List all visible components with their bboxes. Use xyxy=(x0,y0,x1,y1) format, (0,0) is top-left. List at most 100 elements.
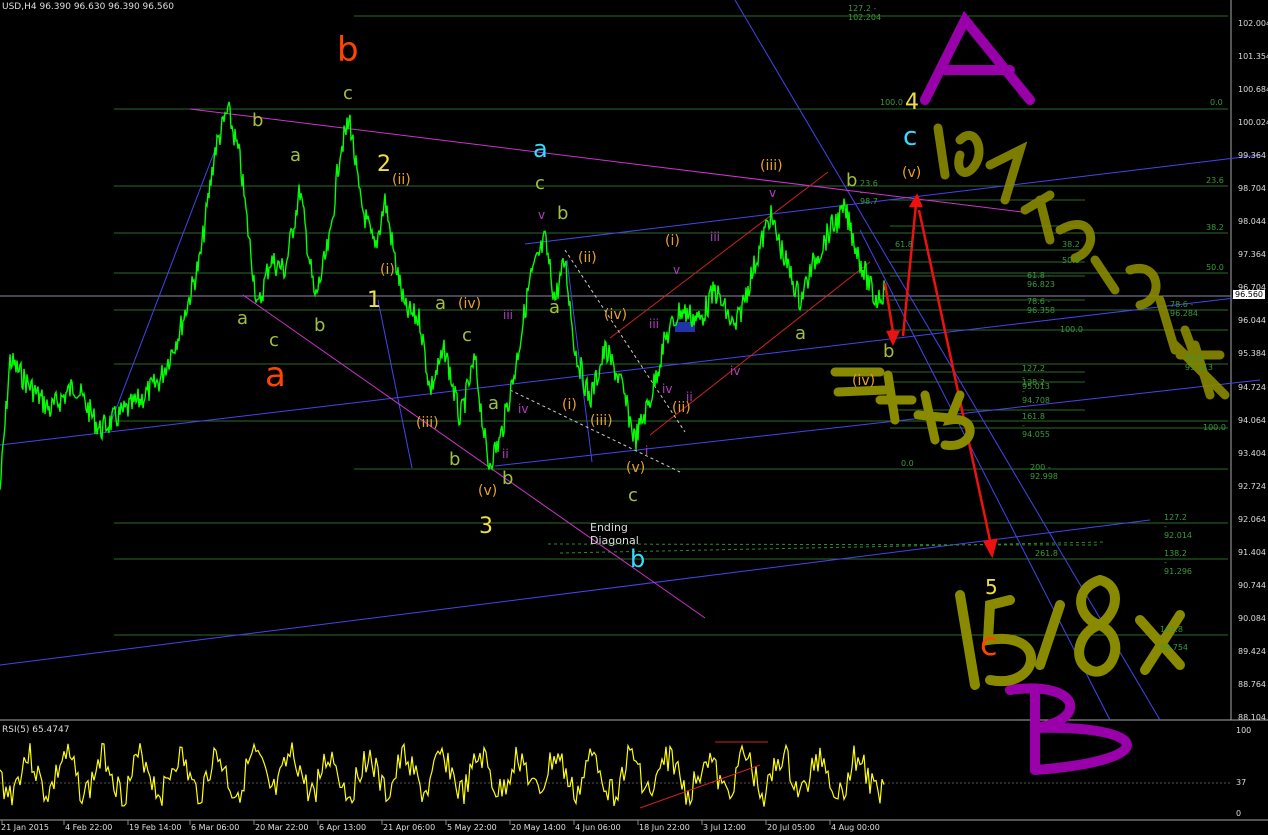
rsi-series-line xyxy=(0,742,885,807)
price-tick-label: 92.724 xyxy=(1238,481,1266,491)
trend-channels xyxy=(0,0,1261,721)
chart-canvas xyxy=(0,0,1268,825)
wave-label: iii xyxy=(649,317,660,331)
fib-label: 50.0 xyxy=(1062,256,1080,265)
wave-label: b xyxy=(252,110,264,131)
fib-label: 138.2 - 94.708 xyxy=(1022,378,1050,405)
wave-label: b xyxy=(449,449,461,470)
rsi-tick-0: 0 xyxy=(1236,809,1242,818)
price-tick-label: 88.764 xyxy=(1238,679,1266,689)
price-panel xyxy=(0,0,1268,721)
wave-label: (v) xyxy=(902,165,922,181)
chart-title: USD,H4 96.390 96.630 96.390 96.560 xyxy=(2,2,174,12)
wave-label: a xyxy=(488,393,500,414)
fib-label: 78.6 - 96.284 xyxy=(1170,300,1198,318)
current-price-tag: 96.560 xyxy=(1233,290,1265,299)
wave-label: (iv) xyxy=(458,296,482,312)
wave-label: c xyxy=(628,485,638,506)
wave-label: b xyxy=(846,170,858,191)
time-tick-label: 6 Mar 06:00 xyxy=(191,823,240,832)
wave-label: (v) xyxy=(626,460,646,476)
wave-label: (iii) xyxy=(590,413,613,429)
wave-label: c xyxy=(269,330,279,351)
time-tick-label: 21 Jan 2015 xyxy=(1,823,49,832)
fib-label: 38.2 xyxy=(1062,240,1080,249)
wave-label: (iii) xyxy=(416,415,439,431)
wave-label: iii xyxy=(710,230,721,244)
wave-label: v xyxy=(538,208,546,222)
wave-label-big-a: a xyxy=(265,355,286,395)
fib-label: 127.2 - 92.014 xyxy=(1164,513,1192,540)
wave-label-big-b: b xyxy=(337,30,359,70)
wave-label-5: 5 xyxy=(985,575,998,599)
wave-label: ii xyxy=(502,447,509,461)
price-tick-label: 95.384 xyxy=(1238,349,1266,359)
wave-label: b xyxy=(314,315,326,336)
time-tick-label: 4 Feb 22:00 xyxy=(65,823,113,832)
time-tick-label: 19 Feb 14:00 xyxy=(129,823,182,832)
rsi-title: RSI(5) 65.4747 xyxy=(2,725,70,735)
fib-label: 38.2 xyxy=(1206,223,1224,232)
ohlc-values: 96.390 96.630 96.390 96.560 xyxy=(39,2,175,12)
price-tick-label: 90.084 xyxy=(1238,613,1266,623)
price-tick-label: 100.024 xyxy=(1238,118,1268,128)
fib-label: 161.8 - 89.754 xyxy=(1160,625,1188,652)
fib-label: 0.0 xyxy=(901,459,914,468)
wave-label: (i) xyxy=(562,397,577,413)
price-tick-label: 94.064 xyxy=(1238,415,1266,425)
fib-label: 23.6 xyxy=(1206,176,1224,185)
wave-label: (i) xyxy=(665,233,680,249)
wave-label: a xyxy=(237,308,249,329)
wave-label: c xyxy=(462,325,472,346)
price-tick-label: 88.104 xyxy=(1238,713,1266,722)
fib-label: 261.8 xyxy=(1035,549,1058,558)
price-tick-label: 92.064 xyxy=(1238,514,1266,524)
wave-label: b xyxy=(502,468,514,489)
price-tick-label: 93.404 xyxy=(1238,448,1266,458)
time-tick-label: 3 Jul 12:00 xyxy=(703,823,746,832)
fib-label: 138.2 - 91.296 xyxy=(1164,549,1192,576)
fib-label: 78.6 - 95.113 xyxy=(1185,354,1213,372)
wave-label: ii xyxy=(686,390,693,404)
time-tick-label: 20 Mar 22:00 xyxy=(255,823,309,832)
wave-label: v xyxy=(769,186,777,200)
fib-label: 61.8 - 96.823 xyxy=(1027,271,1055,289)
fib-label: 100.0 xyxy=(1060,325,1083,334)
time-tick-label: 20 May 14:00 xyxy=(511,823,566,832)
red-channel xyxy=(609,171,871,436)
price-tick-label: 100.684 xyxy=(1238,85,1268,95)
price-tick-label: 97.364 xyxy=(1238,250,1266,260)
price-tick-label: 101.354 xyxy=(1238,52,1268,62)
symbol-label: USD,H4 xyxy=(2,2,37,12)
fib-label: 50.0 xyxy=(1206,263,1224,272)
wave-label: (iv) xyxy=(604,307,628,323)
rsi-tick-37: 37 xyxy=(1236,778,1247,787)
price-tick-label: 90.744 xyxy=(1238,580,1266,590)
rsi-tick-100: 100 xyxy=(1236,726,1252,735)
wave-label-1: 1 xyxy=(367,288,381,313)
wave-label-cyan-c: c xyxy=(903,122,918,152)
wave-label: a xyxy=(435,293,447,314)
wave-label: (i) xyxy=(380,262,395,278)
wave-label: c xyxy=(343,83,353,104)
price-tick-label: 94.724 xyxy=(1238,382,1266,392)
time-tick-label: 21 Apr 06:00 xyxy=(383,823,436,832)
price-tick-label: 89.424 xyxy=(1238,646,1266,656)
wave-label: (ii) xyxy=(392,172,411,188)
fib-label: 200 - 92.998 xyxy=(1030,463,1058,481)
handwritten-B-drawing xyxy=(1005,683,1132,775)
time-tick-label: 20 Jul 05:00 xyxy=(767,823,815,832)
fib-label: 0.0 xyxy=(1210,98,1223,107)
wave-label: iii xyxy=(503,308,514,322)
price-tick-label: 91.404 xyxy=(1238,547,1266,557)
wave-label-3: 3 xyxy=(479,514,493,539)
ending-diagonal-label: Ending Diagonal xyxy=(590,521,639,547)
rsi-panel xyxy=(0,782,1268,821)
time-tick-label: 5 May 22:00 xyxy=(447,823,497,832)
price-tick-label: 102.004 xyxy=(1238,19,1268,28)
wave-label: b xyxy=(883,341,895,362)
fib-label: 161.8 - 94.055 xyxy=(1022,412,1050,439)
wave-label: b xyxy=(557,203,569,224)
fib-label: 100.0 xyxy=(1203,423,1226,432)
dashed-guides xyxy=(509,249,686,473)
